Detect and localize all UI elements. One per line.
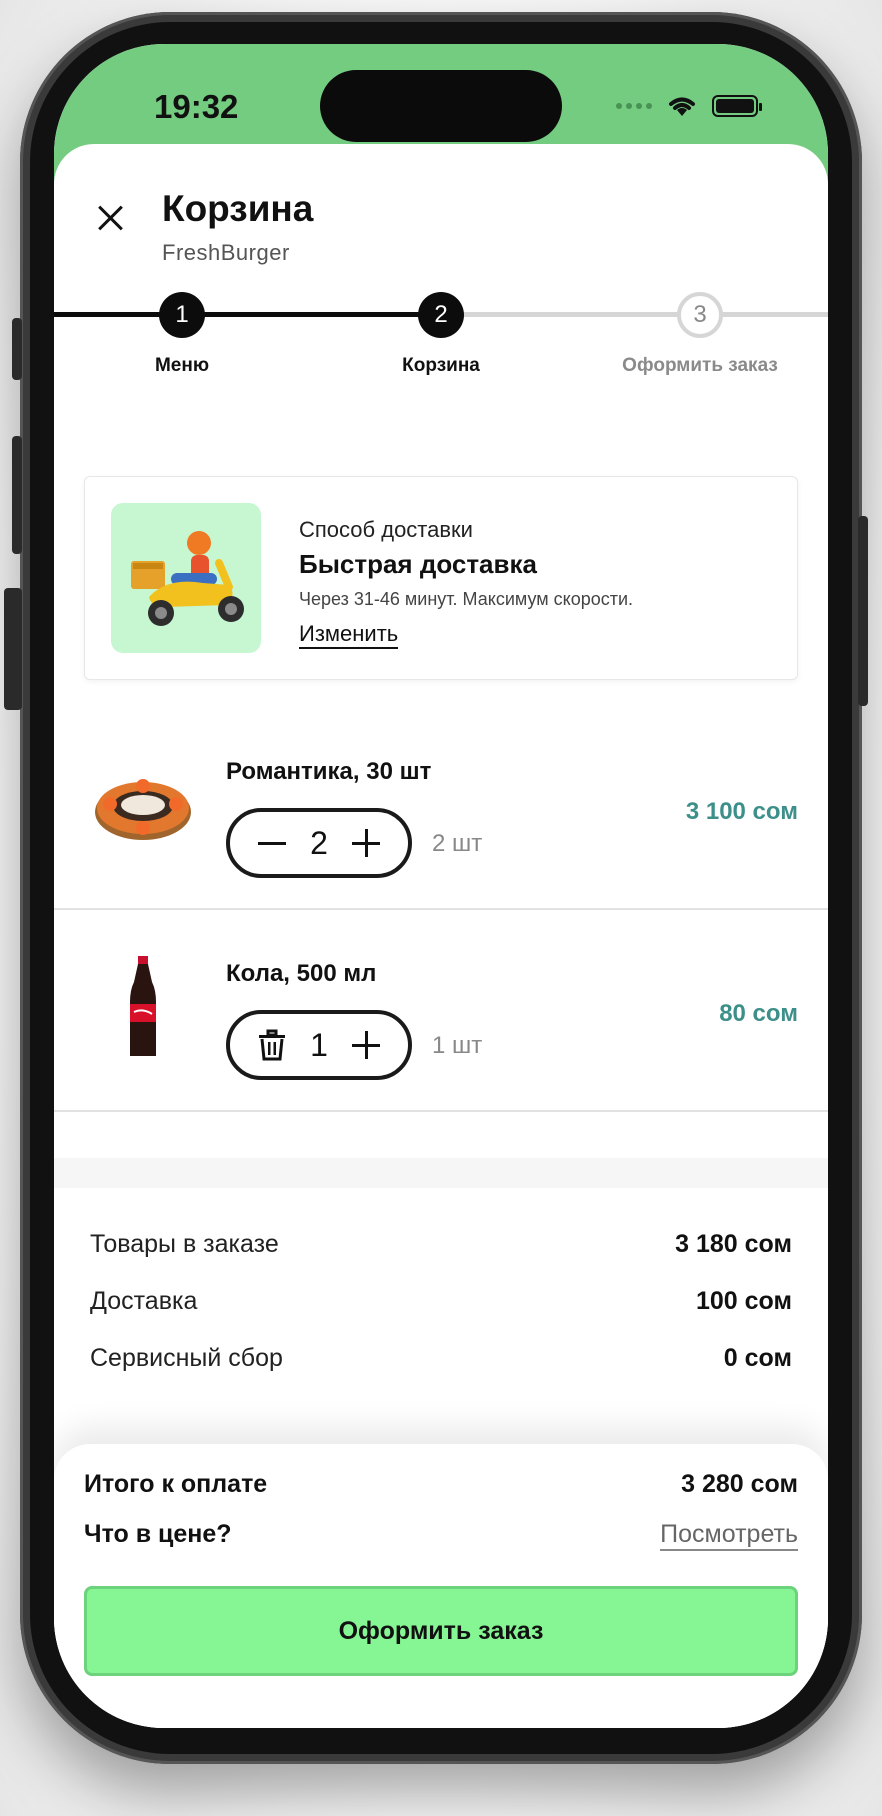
plus-icon[interactable] [350, 827, 382, 859]
item-unit-count: 2 шт [432, 830, 483, 857]
cart-item: Кола, 500 мл 1 1 шт 80 сом [54, 912, 828, 1112]
summary-row-items: Товары в заказе 3 180 сом [90, 1230, 792, 1259]
change-delivery-link[interactable]: Изменить [299, 621, 399, 649]
step-2-circle: 2 [418, 292, 464, 338]
item-name: Романтика, 30 шт [226, 758, 432, 785]
cart-item: Романтика, 30 шт 2 2 шт 3 100 сом [54, 710, 828, 910]
whats-in-price-label: Что в цене? [84, 1520, 232, 1548]
checkout-panel: Итого к оплате 3 280 сом Что в цене? Пос… [54, 1444, 828, 1728]
item-price: 3 100 сом [685, 798, 798, 825]
total-value: 3 280 сом [681, 1470, 798, 1498]
delivery-method-card: Способ доставки Быстрая доставка Через 3… [84, 476, 798, 680]
plus-icon[interactable] [350, 1029, 382, 1061]
power-button [858, 516, 868, 706]
step-1-label: Меню [154, 355, 210, 376]
cart-sheet: Корзина FreshBurger 1 Меню 2 Корзина 3 О… [54, 144, 828, 1728]
summary-label: Сервисный сбор [90, 1344, 283, 1372]
summary-value: 3 180 сом [675, 1230, 792, 1258]
stepper-progress-line [54, 312, 441, 317]
mute-switch [12, 318, 22, 380]
sushi-platter-image [88, 750, 198, 860]
summary-label: Товары в заказе [90, 1230, 279, 1258]
total-row: Итого к оплате 3 280 сом [84, 1470, 798, 1499]
step-1-circle[interactable]: 1 [159, 292, 205, 338]
signal-icon [616, 103, 652, 109]
status-icons [616, 94, 762, 118]
total-label: Итого к оплате [84, 1470, 268, 1498]
price-breakdown-row: Что в цене? Посмотреть [84, 1520, 798, 1551]
volume-up-button [12, 436, 22, 554]
trash-icon[interactable] [256, 1029, 288, 1061]
restaurant-name: FreshBurger [162, 240, 290, 265]
step-3-circle: 3 [677, 292, 723, 338]
stepper-remaining-line [441, 312, 828, 317]
item-name: Кола, 500 мл [226, 960, 377, 987]
summary-value: 100 сом [696, 1287, 792, 1315]
quantity-value: 2 [310, 824, 328, 861]
page-title: Корзина [162, 188, 314, 229]
summary-value: 0 сом [723, 1344, 792, 1372]
quantity-stepper: 1 [226, 1010, 412, 1080]
close-icon[interactable] [90, 198, 130, 238]
view-breakdown-link[interactable]: Посмотреть [660, 1520, 798, 1551]
status-time: 19:32 [154, 88, 239, 125]
checkout-stepper: 1 Меню 2 Корзина 3 Оформить заказ [54, 268, 828, 378]
battery-icon [712, 95, 762, 117]
summary-row-delivery: Доставка 100 сом [90, 1287, 792, 1316]
wifi-icon [669, 97, 695, 116]
minus-icon[interactable] [256, 827, 288, 859]
delivery-label: Способ доставки [299, 517, 473, 542]
step-2-label: Корзина [402, 355, 480, 376]
scooter-courier-image [111, 503, 261, 653]
summary-label: Доставка [90, 1287, 198, 1315]
delivery-name: Быстрая доставка [299, 549, 537, 579]
dynamic-island [320, 70, 562, 142]
volume-down-button [4, 588, 22, 710]
item-unit-count: 1 шт [432, 1032, 483, 1059]
summary-row-service: Сервисный сбор 0 сом [90, 1344, 792, 1373]
quantity-stepper: 2 [226, 808, 412, 878]
cola-bottle-image [88, 952, 198, 1062]
quantity-value: 1 [310, 1026, 328, 1063]
place-order-button[interactable]: Оформить заказ [84, 1586, 798, 1676]
item-price: 80 сом [719, 1000, 798, 1027]
delivery-description: Через 31-46 минут. Максимум скорости. [299, 589, 634, 609]
app-screen: 19:32 Корзина FreshBurger 1 Меню 2 Корзи… [54, 44, 828, 1728]
section-divider [54, 1158, 828, 1188]
step-3-label: Оформить заказ [622, 355, 778, 376]
